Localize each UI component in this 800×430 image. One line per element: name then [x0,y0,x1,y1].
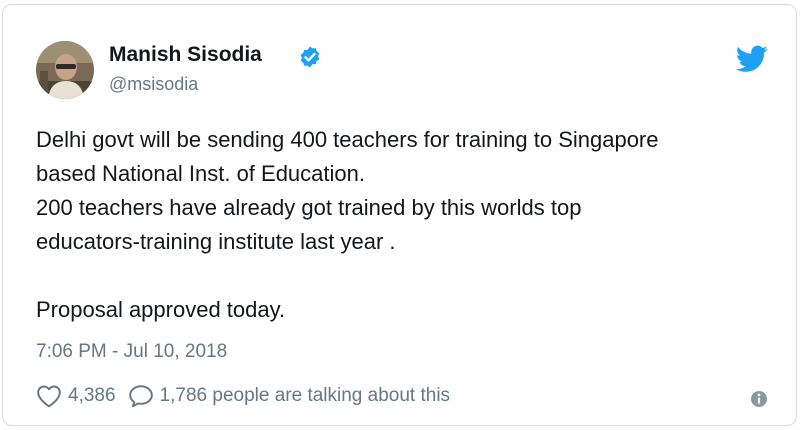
tweet-line: educators-training institute last year . [36,229,396,254]
like-count: 4,386 [68,385,116,406]
tweet-card: Manish Sisodia @msisodia Delhi govt will… [2,4,797,426]
twitter-bird-icon[interactable] [736,45,768,73]
info-icon[interactable] [750,390,768,408]
tweet-timestamp[interactable]: 7:06 PM - Jul 10, 2018 [36,341,227,363]
tweet-line: 200 teachers have already got trained by… [36,195,582,220]
author-name[interactable]: Manish Sisodia [109,43,262,67]
speech-bubble-icon [128,385,153,408]
avatar[interactable] [36,41,94,99]
like-button[interactable]: 4,386 [36,384,128,408]
tweet-text: Delhi govt will be sending 400 teachers … [36,123,776,327]
tweet-line: Proposal approved today. [36,297,286,322]
tweet-line: Delhi govt will be sending 400 teachers … [36,127,659,152]
author-handle[interactable]: @msisodia [109,74,198,95]
tweet-line: based National Inst. of Education. [36,161,365,186]
avatar-photo [36,41,94,99]
heart-icon [37,385,61,408]
verified-badge-icon [300,46,320,68]
reply-summary: 1,786 people are talking about this [159,385,451,406]
tweet-actions: 4,386 1,786 people are talking about thi… [36,381,450,411]
reply-button[interactable]: 1,786 people are talking about this [128,384,451,408]
